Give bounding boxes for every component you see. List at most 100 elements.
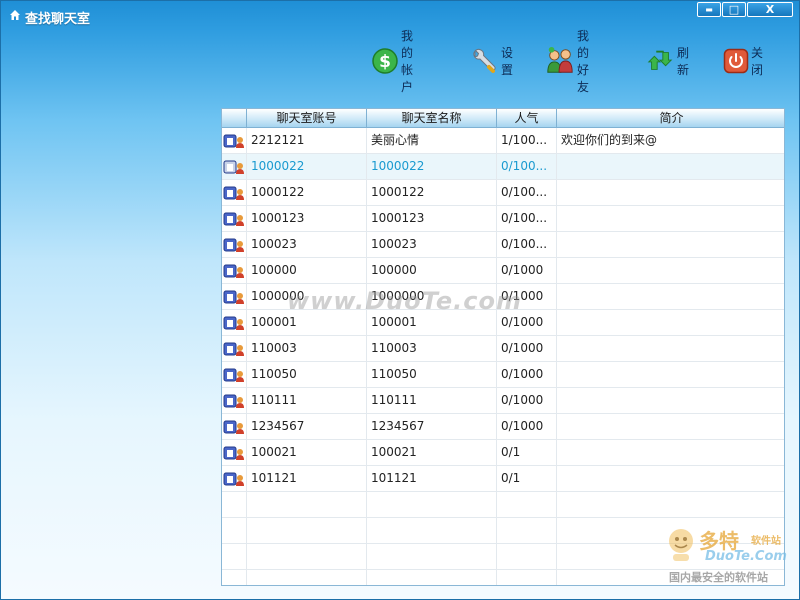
table-row[interactable]: 110111 110111 0/1000 (222, 388, 784, 414)
room-icon-cell (222, 180, 247, 205)
chatroom-icon (223, 238, 244, 252)
room-icon-cell (222, 310, 247, 335)
popularity-cell: 0/1000 (497, 388, 557, 413)
chatroom-table: 聊天室账号 聊天室名称 人气 简介 2212121 美丽心情 1/100... 欢迎你… (221, 108, 785, 586)
minimize-button[interactable]: ▬ (697, 2, 721, 17)
table-row[interactable]: 1234567 1234567 0/1000 (222, 414, 784, 440)
power-icon (723, 46, 749, 76)
refresh-button[interactable]: 刷新 (645, 45, 689, 77)
intro-cell (557, 206, 784, 231)
room-id-cell: 110050 (247, 362, 367, 387)
table-row[interactable]: 100021 100021 0/1 (222, 440, 784, 466)
chatroom-icon (223, 134, 244, 148)
refresh-icon (645, 46, 675, 76)
header-room-name[interactable]: 聊天室名称 (367, 109, 497, 128)
room-id-cell: 100021 (247, 440, 367, 465)
room-icon-cell (222, 128, 247, 153)
room-id-cell: 100000 (247, 258, 367, 283)
intro-cell (557, 440, 784, 465)
popularity-cell: 0/1000 (497, 414, 557, 439)
chatroom-icon (223, 368, 244, 382)
table-row[interactable]: 110050 110050 0/1000 (222, 362, 784, 388)
close-window-button[interactable]: X (747, 2, 793, 17)
my-friends-label: 我的好友 (577, 29, 590, 94)
table-row[interactable]: 2212121 美丽心情 1/100... 欢迎你们的到来@ (222, 128, 784, 154)
room-name-cell: 110003 (367, 336, 497, 361)
intro-cell (557, 336, 784, 361)
room-id-cell: 110003 (247, 336, 367, 361)
intro-cell (557, 310, 784, 335)
room-icon-cell (222, 284, 247, 309)
watermark-site: DuoTe.Com (705, 549, 787, 564)
room-icon-cell (222, 362, 247, 387)
chatroom-icon (223, 342, 244, 356)
room-name-cell: 100021 (367, 440, 497, 465)
room-icon-cell (222, 440, 247, 465)
header-icon-column (222, 109, 247, 128)
intro-cell (557, 388, 784, 413)
wrench-icon (469, 46, 499, 76)
room-name-cell: 1000122 (367, 180, 497, 205)
intro-cell (557, 284, 784, 309)
room-icon-cell (222, 414, 247, 439)
watermark-text: www.DuoTe.com (287, 287, 522, 315)
grid-line (222, 517, 784, 518)
grid-column-line (366, 492, 367, 585)
table-row[interactable]: 101121 101121 0/1 (222, 466, 784, 492)
room-id-cell: 101121 (247, 466, 367, 491)
header-intro[interactable]: 简介 (557, 109, 784, 128)
header-popularity[interactable]: 人气 (497, 109, 557, 128)
close-button[interactable]: 关闭 (723, 45, 767, 77)
room-name-cell: 110050 (367, 362, 497, 387)
room-name-cell: 美丽心情 (367, 128, 497, 153)
table-row[interactable]: 110003 110003 0/1000 (222, 336, 784, 362)
dollar-coin-icon: $ (371, 46, 399, 76)
my-friends-button[interactable]: 我的好友 (545, 29, 589, 94)
chatroom-search-window: 查找聊天室 ▬ □ X $ 我的帐户 设置 我的好友 刷新 关闭 聊天室账号 聊… (0, 0, 800, 600)
room-name-cell: 1234567 (367, 414, 497, 439)
intro-cell (557, 414, 784, 439)
room-id-cell: 1234567 (247, 414, 367, 439)
table-row[interactable]: 1000022 1000022 0/100... (222, 154, 784, 180)
grid-column-line (496, 492, 497, 585)
room-name-cell: 1000022 (367, 154, 497, 179)
room-id-cell: 1000123 (247, 206, 367, 231)
popularity-cell: 0/100... (497, 206, 557, 231)
chatroom-icon (223, 446, 244, 460)
friends-icon (545, 46, 575, 76)
grid-column-line (556, 492, 557, 585)
table-row[interactable]: 1000123 1000123 0/100... (222, 206, 784, 232)
room-id-cell: 2212121 (247, 128, 367, 153)
table-row[interactable]: 100023 100023 0/100... (222, 232, 784, 258)
title-bar[interactable]: 查找聊天室 ▬ □ X (1, 1, 799, 29)
table-row[interactable]: 100000 100000 0/1000 (222, 258, 784, 284)
maximize-button[interactable]: □ (722, 2, 746, 17)
my-account-label: 我的帐户 (401, 29, 414, 94)
close-icon: X (765, 3, 775, 16)
intro-cell (557, 362, 784, 387)
popularity-cell: 0/1000 (497, 336, 557, 361)
room-id-cell: 110111 (247, 388, 367, 413)
room-icon-cell (222, 258, 247, 283)
svg-text:$: $ (379, 52, 391, 72)
room-id-cell: 1000022 (247, 154, 367, 179)
chatroom-icon (223, 394, 244, 408)
room-icon-cell (222, 154, 247, 179)
table-row[interactable]: 1000122 1000122 0/100... (222, 180, 784, 206)
popularity-cell: 0/100... (497, 232, 557, 257)
refresh-label: 刷新 (677, 46, 690, 77)
room-id-cell: 1000122 (247, 180, 367, 205)
room-icon-cell (222, 466, 247, 491)
maximize-icon: □ (728, 3, 740, 16)
table-header: 聊天室账号 聊天室名称 人气 简介 (222, 109, 784, 128)
intro-cell (557, 180, 784, 205)
intro-cell: 欢迎你们的到来@ (561, 133, 658, 147)
header-room-id[interactable]: 聊天室账号 (247, 109, 367, 128)
chatroom-icon (223, 212, 244, 226)
my-account-button[interactable]: $ 我的帐户 (371, 29, 415, 94)
close-label: 关闭 (751, 46, 764, 77)
corner-watermark: 多特 软件站 DuoTe.Com 国内最安全的软件站 (663, 525, 797, 589)
popularity-cell: 0/1000 (497, 258, 557, 283)
intro-cell (557, 232, 784, 257)
settings-button[interactable]: 设置 (469, 45, 513, 77)
